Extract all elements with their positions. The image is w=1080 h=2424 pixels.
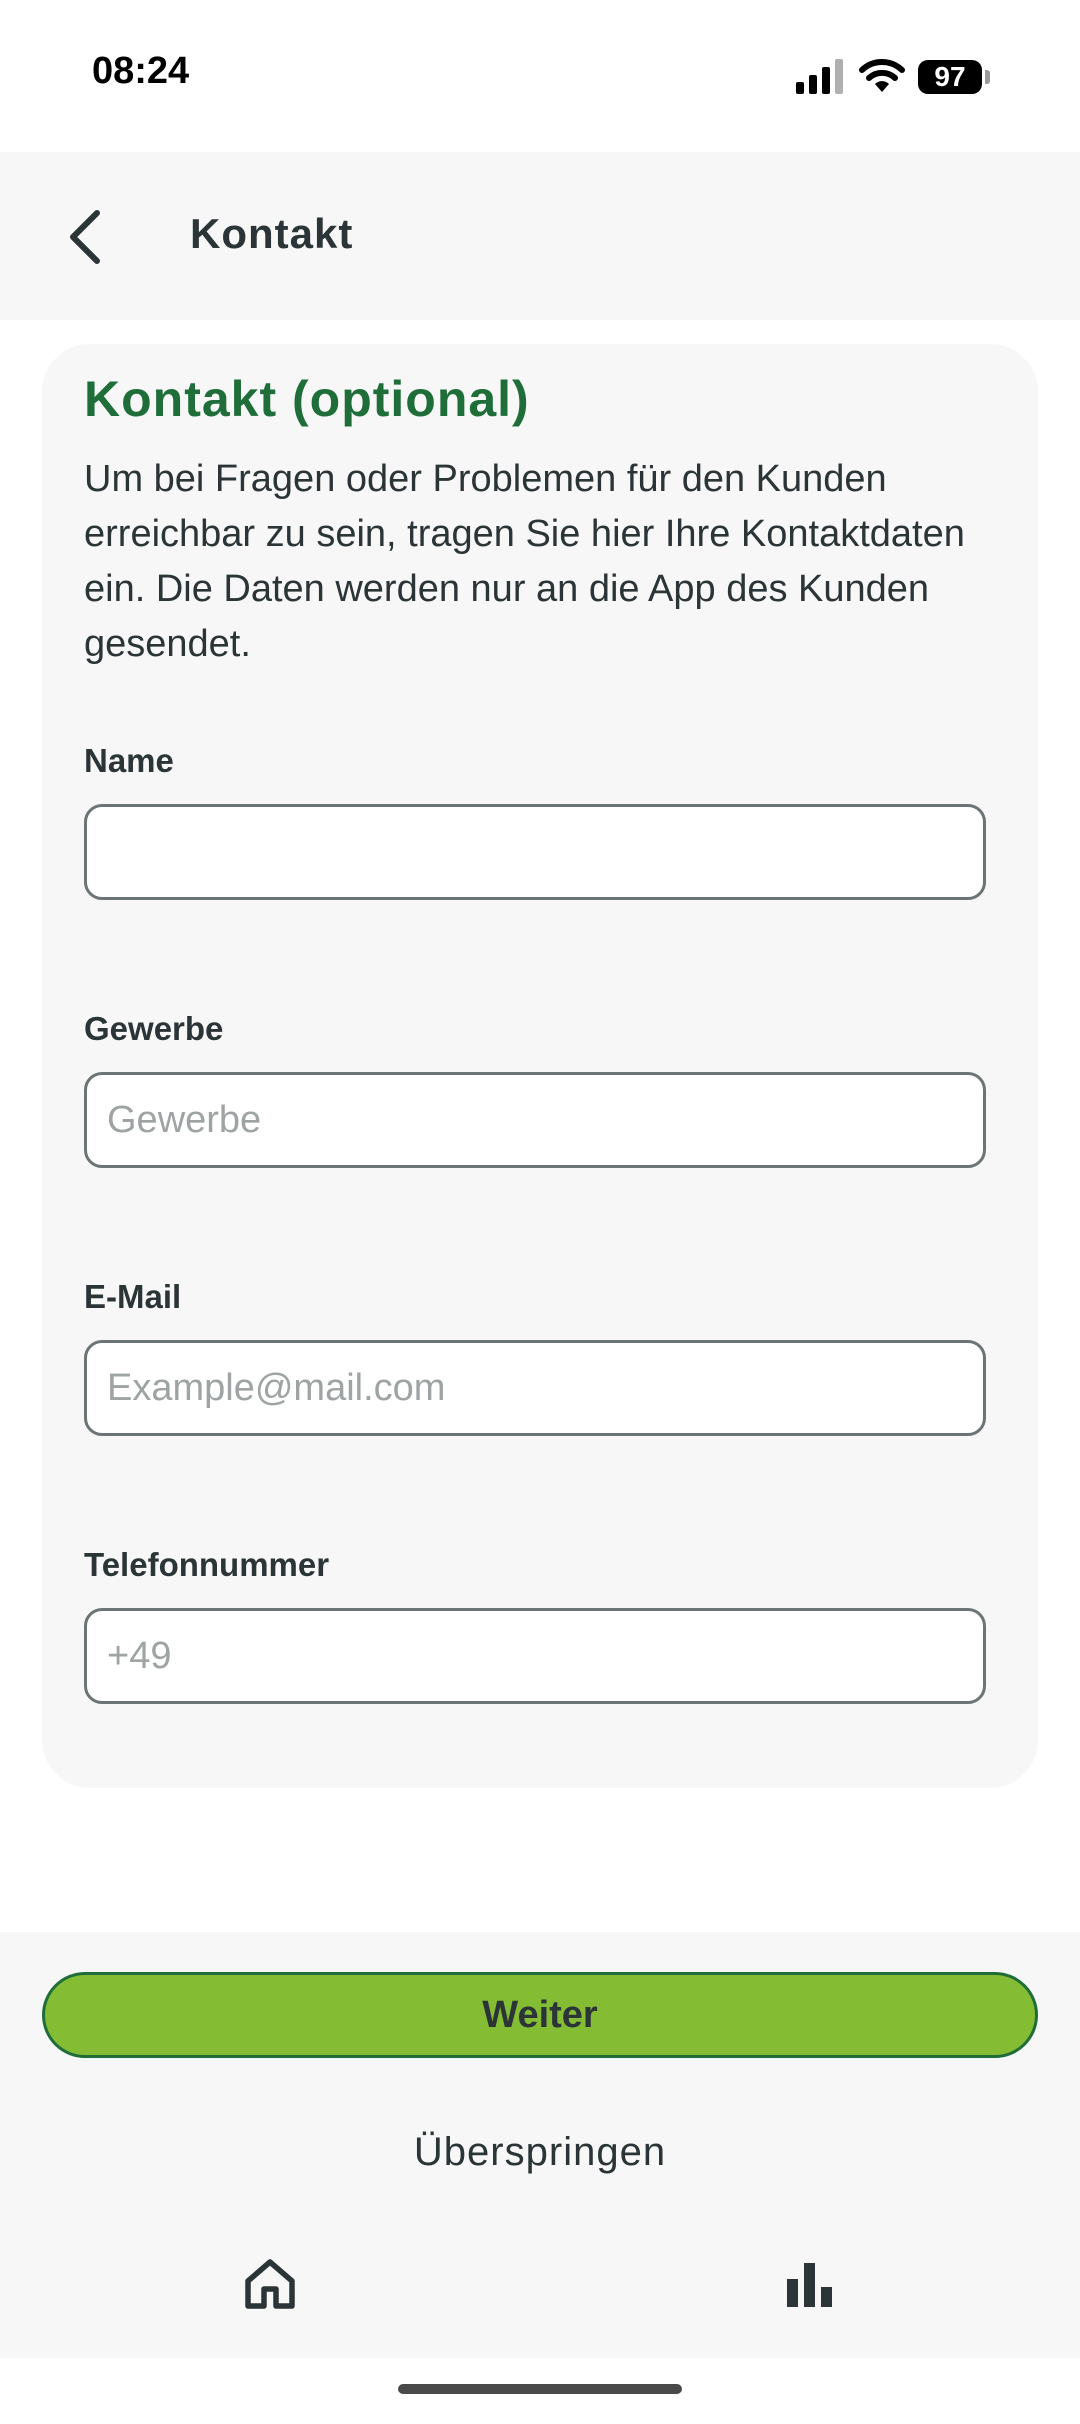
name-label: Name (84, 742, 174, 779)
bar-chart-icon (787, 2263, 832, 2307)
card-title: Kontakt (optional) (84, 371, 530, 427)
chevron-left-icon (70, 210, 100, 264)
bottom-area: Weiter Überspringen (0, 1932, 1080, 2424)
back-button[interactable] (40, 192, 130, 282)
skip-button[interactable]: Überspringen (340, 2112, 740, 2192)
app-header: Kontakt (0, 152, 1080, 320)
continue-button[interactable]: Weiter (42, 1972, 1038, 2058)
battery-tip (985, 70, 990, 84)
status-time: 08:24 (92, 50, 190, 92)
page-title: Kontakt (190, 210, 354, 257)
tab-statistics[interactable] (770, 2244, 850, 2324)
phone-label: Telefonnummer (84, 1546, 330, 1583)
screen: 08:24 97 Kontakt Kontakt (optional) Um b… (0, 0, 1080, 2424)
wifi-icon (859, 59, 905, 92)
name-input[interactable] (84, 804, 986, 900)
battery-icon: 97 (918, 60, 982, 94)
email-label: E-Mail (84, 1278, 182, 1315)
contact-card: Kontakt (optional) Um bei Fragen oder Pr… (42, 344, 1038, 1788)
battery-level: 97 (934, 61, 966, 92)
status-bar: 08:24 97 (0, 0, 1080, 152)
tab-home[interactable] (230, 2244, 310, 2324)
trade-input[interactable] (84, 1072, 986, 1168)
phone-input[interactable] (84, 1608, 986, 1704)
home-indicator[interactable] (398, 2384, 682, 2394)
signal-icon (796, 59, 843, 94)
home-icon (245, 2259, 295, 2309)
trade-label: Gewerbe (84, 1010, 224, 1047)
email-input[interactable] (84, 1340, 986, 1436)
card-description: Um bei Fragen oder Problemen für den Kun… (84, 458, 965, 665)
